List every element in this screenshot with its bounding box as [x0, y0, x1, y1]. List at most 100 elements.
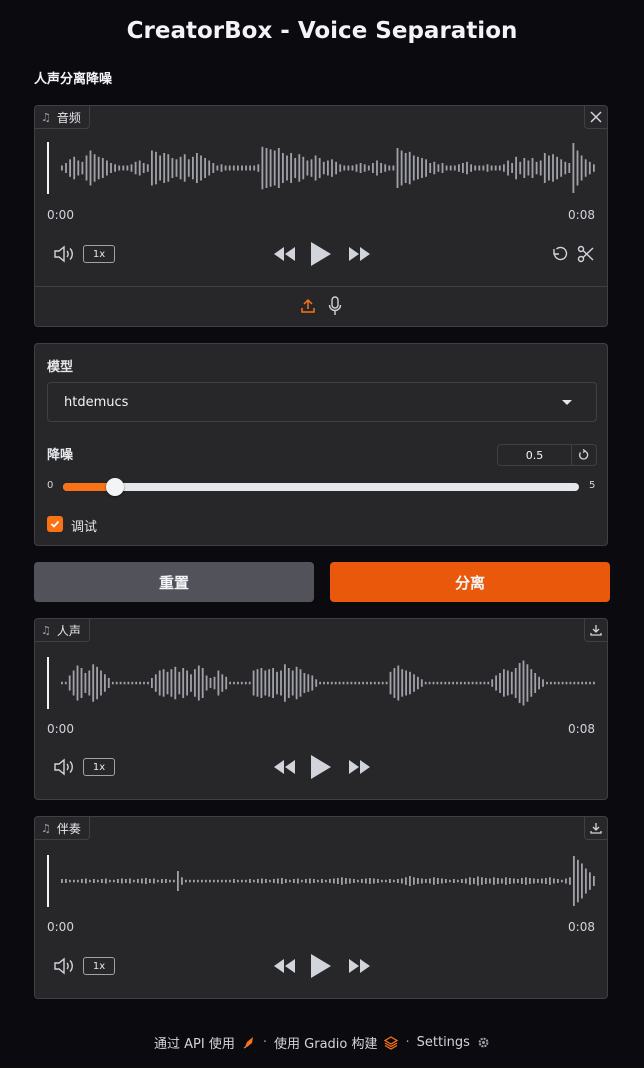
waveform-bar	[397, 665, 400, 701]
waveform-bar	[552, 154, 554, 182]
settings-link[interactable]: Settings	[417, 1035, 470, 1050]
waveform-bar	[200, 155, 202, 181]
waveform-bar	[287, 668, 290, 698]
waveform-bar	[73, 879, 75, 883]
waveform-bar	[225, 879, 227, 883]
waveform-bar	[346, 681, 349, 685]
waveform-bar	[162, 669, 165, 697]
play-button[interactable]	[309, 239, 333, 269]
waveform-bar	[298, 154, 301, 182]
vocals-download-button[interactable]	[584, 619, 607, 642]
waveform-bar	[393, 668, 396, 698]
settings-link-label: Settings	[416, 1035, 470, 1050]
waveform-bar	[329, 879, 331, 883]
waveform-bar	[282, 153, 284, 183]
play-button[interactable]	[309, 951, 333, 981]
denoise-slider[interactable]	[63, 478, 579, 496]
debug-checkbox[interactable]	[47, 516, 63, 532]
volume-button[interactable]	[53, 956, 75, 976]
play-button[interactable]	[309, 752, 333, 782]
waveform-bar	[588, 161, 591, 175]
waveform-bar	[409, 876, 411, 886]
upload-icon	[301, 298, 315, 313]
rewind-button[interactable]	[271, 245, 297, 263]
fast-forward-button[interactable]	[347, 245, 373, 263]
waveform-bar	[576, 150, 579, 186]
waveform-bar	[310, 159, 313, 177]
denoise-number-box: 0.5	[497, 444, 597, 466]
waveform-bar	[89, 150, 92, 186]
waveform-bar	[97, 879, 99, 883]
waveform-bar	[115, 681, 118, 685]
waveform-bar	[97, 156, 100, 180]
waveform-bar	[257, 879, 259, 883]
playback-rate-button[interactable]: 1x	[83, 245, 115, 263]
slider-thumb[interactable]	[105, 478, 124, 496]
waveform-bar	[166, 671, 169, 695]
reset-button[interactable]: 重置	[34, 562, 314, 602]
waveform-bar	[174, 666, 177, 700]
waveform-bar	[224, 165, 227, 171]
clear-audio-button[interactable]	[584, 106, 607, 129]
waveform-bar	[101, 879, 103, 883]
record-button[interactable]	[327, 295, 343, 317]
waveform-bar	[526, 664, 529, 702]
volume-button[interactable]	[53, 244, 75, 264]
waveform-bar	[433, 877, 435, 885]
use-via-api-link[interactable]: 通过 API 使用	[154, 1033, 235, 1052]
waveform-bar	[161, 879, 163, 883]
fast-forward-button[interactable]	[347, 957, 373, 975]
playhead-cursor	[47, 855, 49, 907]
reset-slider-button[interactable]	[572, 445, 596, 465]
model-dropdown[interactable]: htdemucs	[47, 382, 597, 422]
volume-button[interactable]	[53, 757, 75, 777]
undo-button[interactable]	[550, 244, 570, 264]
upload-button[interactable]	[299, 296, 317, 316]
play-icon	[311, 755, 331, 779]
vocals-audio-panel: ♫ 人声 0:00 0:08 1x	[34, 618, 608, 800]
waveform-bar	[557, 879, 559, 883]
playback-rate-button[interactable]: 1x	[83, 957, 115, 975]
waveform-bar	[228, 165, 231, 171]
input-waveform[interactable]	[47, 140, 595, 196]
waveform-bar	[550, 681, 552, 685]
waveform-bar	[453, 879, 455, 883]
waveform-bar	[409, 671, 411, 695]
waveform-bar	[322, 161, 325, 175]
waveform-bar	[425, 879, 427, 883]
waveform-bar	[425, 159, 427, 177]
playback-rate-button[interactable]: 1x	[83, 758, 115, 776]
waveform-bar	[389, 671, 392, 695]
waveform-bar	[341, 877, 343, 885]
fast-forward-button[interactable]	[347, 758, 373, 776]
accompaniment-audio-panel: ♫ 伴奏 0:00 0:08 1x	[34, 816, 608, 999]
waveform-bar	[350, 681, 353, 685]
waveform-bar	[404, 153, 407, 183]
waveform-bar	[467, 681, 470, 685]
waveform-bar	[208, 160, 211, 176]
separate-button[interactable]: 分离	[330, 562, 610, 602]
waveform-bar	[333, 878, 335, 884]
rewind-button[interactable]	[271, 758, 297, 776]
waveform-bar	[193, 879, 195, 883]
waveform-bar	[297, 878, 299, 884]
rewind-button[interactable]	[271, 957, 297, 975]
accompaniment-waveform[interactable]	[47, 853, 595, 909]
waveform-bar	[553, 878, 555, 884]
accompaniment-download-button[interactable]	[584, 817, 607, 840]
trim-button[interactable]	[576, 244, 596, 264]
denoise-number-input[interactable]: 0.5	[498, 445, 572, 465]
waveform-bar	[205, 675, 208, 691]
waveform-bar	[77, 160, 80, 176]
waveform-bar	[213, 879, 215, 883]
waveform-bar	[175, 159, 178, 177]
waveform-bar	[452, 681, 454, 685]
waveform-bar	[573, 856, 575, 906]
waveform-bar	[133, 879, 135, 883]
waveform-bar	[81, 879, 83, 883]
vocals-waveform[interactable]	[47, 655, 595, 711]
accompaniment-time-start: 0:00	[47, 920, 74, 934]
waveform-bar	[89, 879, 91, 883]
waveform-bar	[147, 681, 149, 685]
built-with-gradio-link[interactable]: 使用 Gradio 构建	[274, 1033, 377, 1052]
